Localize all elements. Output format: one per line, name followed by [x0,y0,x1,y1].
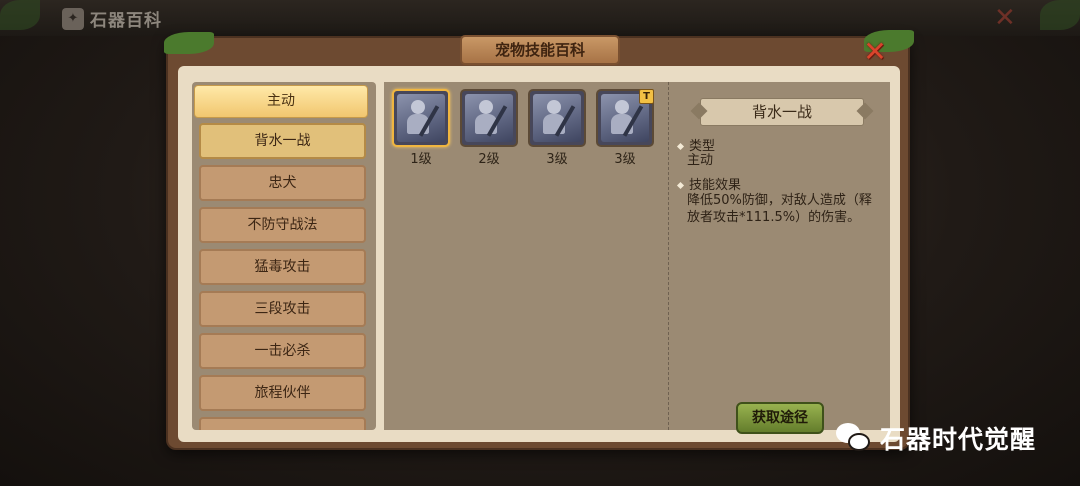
warrior-portrait-icon [465,94,513,142]
window-content: 主动 背水一战 忠犬 不防守战法 猛毒攻击 三段攻击 一击必杀 旅程伙伴 1级 … [178,66,900,442]
tier-badge: T [639,89,654,104]
skill-name-title: 背水一战 [700,98,864,126]
category-header-active[interactable]: 主动 [194,85,368,118]
app-title: ✦ 石器百科 [62,6,162,31]
skill-level-icon[interactable] [528,89,586,147]
type-value: 主动 [687,153,714,168]
skill-detail-panel: 背水一战 类型 主动 技能效果 降低50%防御，对敌人造成（释放者攻击*111.… [668,82,890,434]
level-card[interactable]: 2级 [460,89,518,167]
corner-leaf-left [0,0,40,30]
warrior-portrait-icon [397,94,445,142]
close-button[interactable]: ✕ [860,38,890,66]
vine-decoration-left [164,32,214,54]
pet-skill-window: 宠物技能百科 ✕ 主动 背水一战 忠犬 不防守战法 猛毒攻击 三段攻击 一击必杀… [164,30,914,450]
top-bar: ✦ 石器百科 ✕ [0,0,1080,36]
skill-item[interactable]: 不防守战法 [199,207,366,243]
bullet-icon [676,181,685,190]
bullet-icon [676,142,685,151]
skill-item[interactable]: 旅程伙伴 [199,375,366,411]
skill-item[interactable]: 忠犬 [199,165,366,201]
encyclopedia-logo-icon: ✦ [62,7,84,30]
window-title: 宠物技能百科 [460,35,620,65]
level-label: 1级 [410,152,432,167]
skill-item[interactable]: 猛毒攻击 [199,249,366,285]
corner-leaf-right [1040,0,1080,30]
acquire-source-button[interactable]: 获取途径 [736,402,824,434]
skill-level-icon[interactable] [460,89,518,147]
level-card[interactable]: 1级 [392,89,450,167]
skill-item-partial[interactable] [199,417,366,430]
app-title-text: 石器百科 [90,11,162,31]
skill-level-panel: 1级 2级 3级 T 3级 [384,82,668,430]
skill-level-icon[interactable] [392,89,450,147]
level-label: 3级 [546,152,568,167]
level-label: 2级 [478,152,500,167]
wechat-watermark: 石器时代觉醒 [836,420,1036,456]
level-label: 3级 [614,152,636,167]
watermark-text: 石器时代觉醒 [880,425,1037,454]
effect-heading: 技能效果 [676,174,741,193]
wechat-icon [836,423,872,453]
background-close-icon[interactable]: ✕ [994,4,1016,32]
warrior-portrait-icon [533,94,581,142]
skill-item[interactable]: 一击必杀 [199,333,366,369]
skill-level-icon[interactable]: T [596,89,654,147]
skill-list-sidebar[interactable]: 主动 背水一战 忠犬 不防守战法 猛毒攻击 三段攻击 一击必杀 旅程伙伴 [192,82,376,430]
level-card[interactable]: T 3级 [596,89,654,167]
level-card[interactable]: 3级 [528,89,586,167]
effect-text: 降低50%防御，对敌人造成（释放者攻击*111.5%）的伤害。 [687,193,872,225]
skill-item[interactable]: 三段攻击 [199,291,366,327]
skill-item-selected[interactable]: 背水一战 [199,123,366,159]
